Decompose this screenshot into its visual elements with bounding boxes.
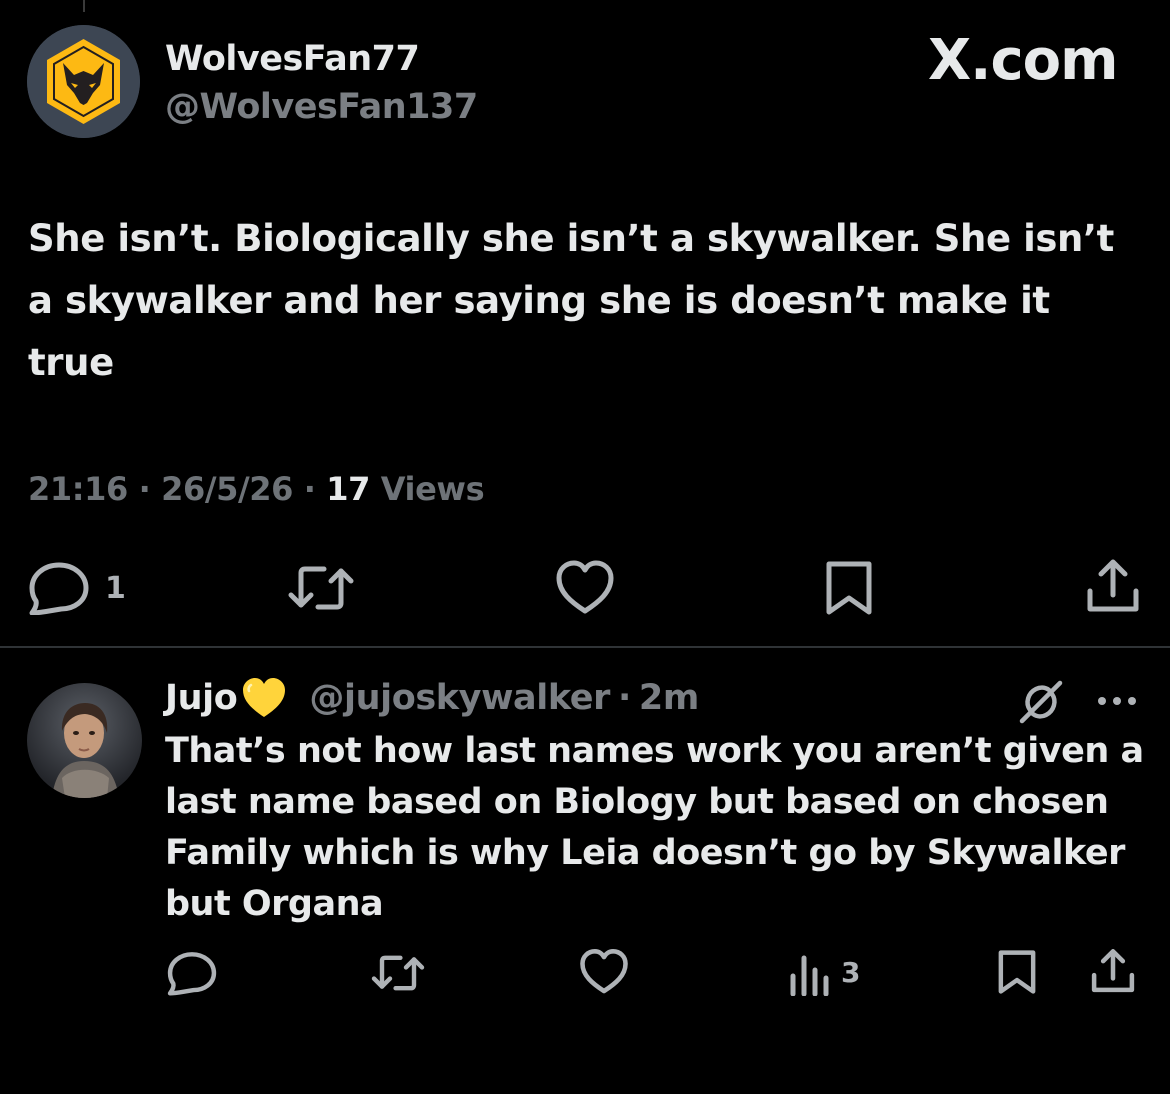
tweet-action-bar: 1 bbox=[0, 555, 1170, 619]
author-handle[interactable]: @WolvesFan137 bbox=[165, 87, 478, 127]
reply-count: 1 bbox=[105, 570, 126, 606]
reply-reply-button[interactable] bbox=[166, 950, 218, 996]
reply-button[interactable]: 1 bbox=[27, 561, 126, 615]
repost-icon bbox=[371, 955, 425, 991]
share-icon bbox=[1091, 949, 1135, 993]
meta-separator: · bbox=[127, 470, 162, 508]
tweet-text: She isn’t. Biologically she isn’t a skyw… bbox=[28, 217, 1114, 384]
bookmark-icon bbox=[998, 950, 1036, 994]
grok-icon bbox=[1019, 680, 1063, 724]
analytics-icon bbox=[790, 955, 829, 996]
reply-repost-button[interactable] bbox=[370, 950, 426, 996]
more-horizontal-icon bbox=[1098, 697, 1136, 705]
grok-button[interactable] bbox=[1018, 680, 1064, 728]
thread-connector bbox=[83, 0, 85, 12]
wolves-crest-icon bbox=[27, 25, 140, 138]
heart-icon bbox=[556, 560, 614, 614]
reply-icon bbox=[167, 952, 217, 996]
reply-author-avatar[interactable] bbox=[27, 683, 142, 798]
tweet-date[interactable]: 26/5/26 bbox=[161, 470, 293, 508]
tweet-time[interactable]: 21:16 bbox=[28, 470, 128, 508]
reply-icon bbox=[29, 562, 89, 615]
bookmark-button[interactable] bbox=[823, 559, 875, 617]
reply-action-bar: 3 bbox=[0, 944, 1170, 1004]
heart-icon bbox=[580, 949, 628, 994]
reply-display-name[interactable]: Jujo bbox=[165, 678, 238, 718]
divider bbox=[0, 646, 1170, 648]
tweet-meta: 21:16 · 26/5/26 · 17 Views bbox=[28, 470, 485, 508]
reply-like-button[interactable] bbox=[578, 948, 630, 996]
reply-header: Jujo @jujoskywalker · 2m bbox=[165, 677, 699, 719]
more-options-button[interactable] bbox=[1096, 692, 1138, 711]
views-label: Views bbox=[370, 470, 485, 508]
reply-timestamp[interactable]: 2m bbox=[639, 678, 699, 718]
yellow-heart-icon bbox=[243, 678, 286, 717]
x-watermark: X.com bbox=[928, 28, 1118, 93]
reply-views-count: 3 bbox=[841, 955, 861, 989]
bookmark-icon bbox=[826, 561, 872, 615]
author-avatar[interactable] bbox=[27, 25, 140, 138]
meta-separator: · bbox=[293, 470, 327, 508]
reply-bookmark-button[interactable] bbox=[996, 948, 1038, 996]
views-count: 17 bbox=[326, 470, 371, 508]
repost-button[interactable] bbox=[286, 561, 356, 615]
like-button[interactable] bbox=[554, 559, 616, 617]
share-button[interactable] bbox=[1085, 557, 1141, 615]
reply-separator: · bbox=[617, 678, 631, 718]
repost-icon bbox=[288, 566, 354, 610]
reply-text: That’s not how last names work you aren’… bbox=[165, 731, 1144, 924]
user-portrait-icon bbox=[27, 683, 142, 798]
reply-handle[interactable]: @jujoskywalker bbox=[309, 678, 610, 718]
reply-views-button[interactable]: 3 bbox=[789, 948, 860, 996]
author-display-name[interactable]: WolvesFan77 bbox=[165, 39, 420, 79]
reply-share-button[interactable] bbox=[1090, 946, 1136, 996]
share-icon bbox=[1087, 559, 1139, 612]
